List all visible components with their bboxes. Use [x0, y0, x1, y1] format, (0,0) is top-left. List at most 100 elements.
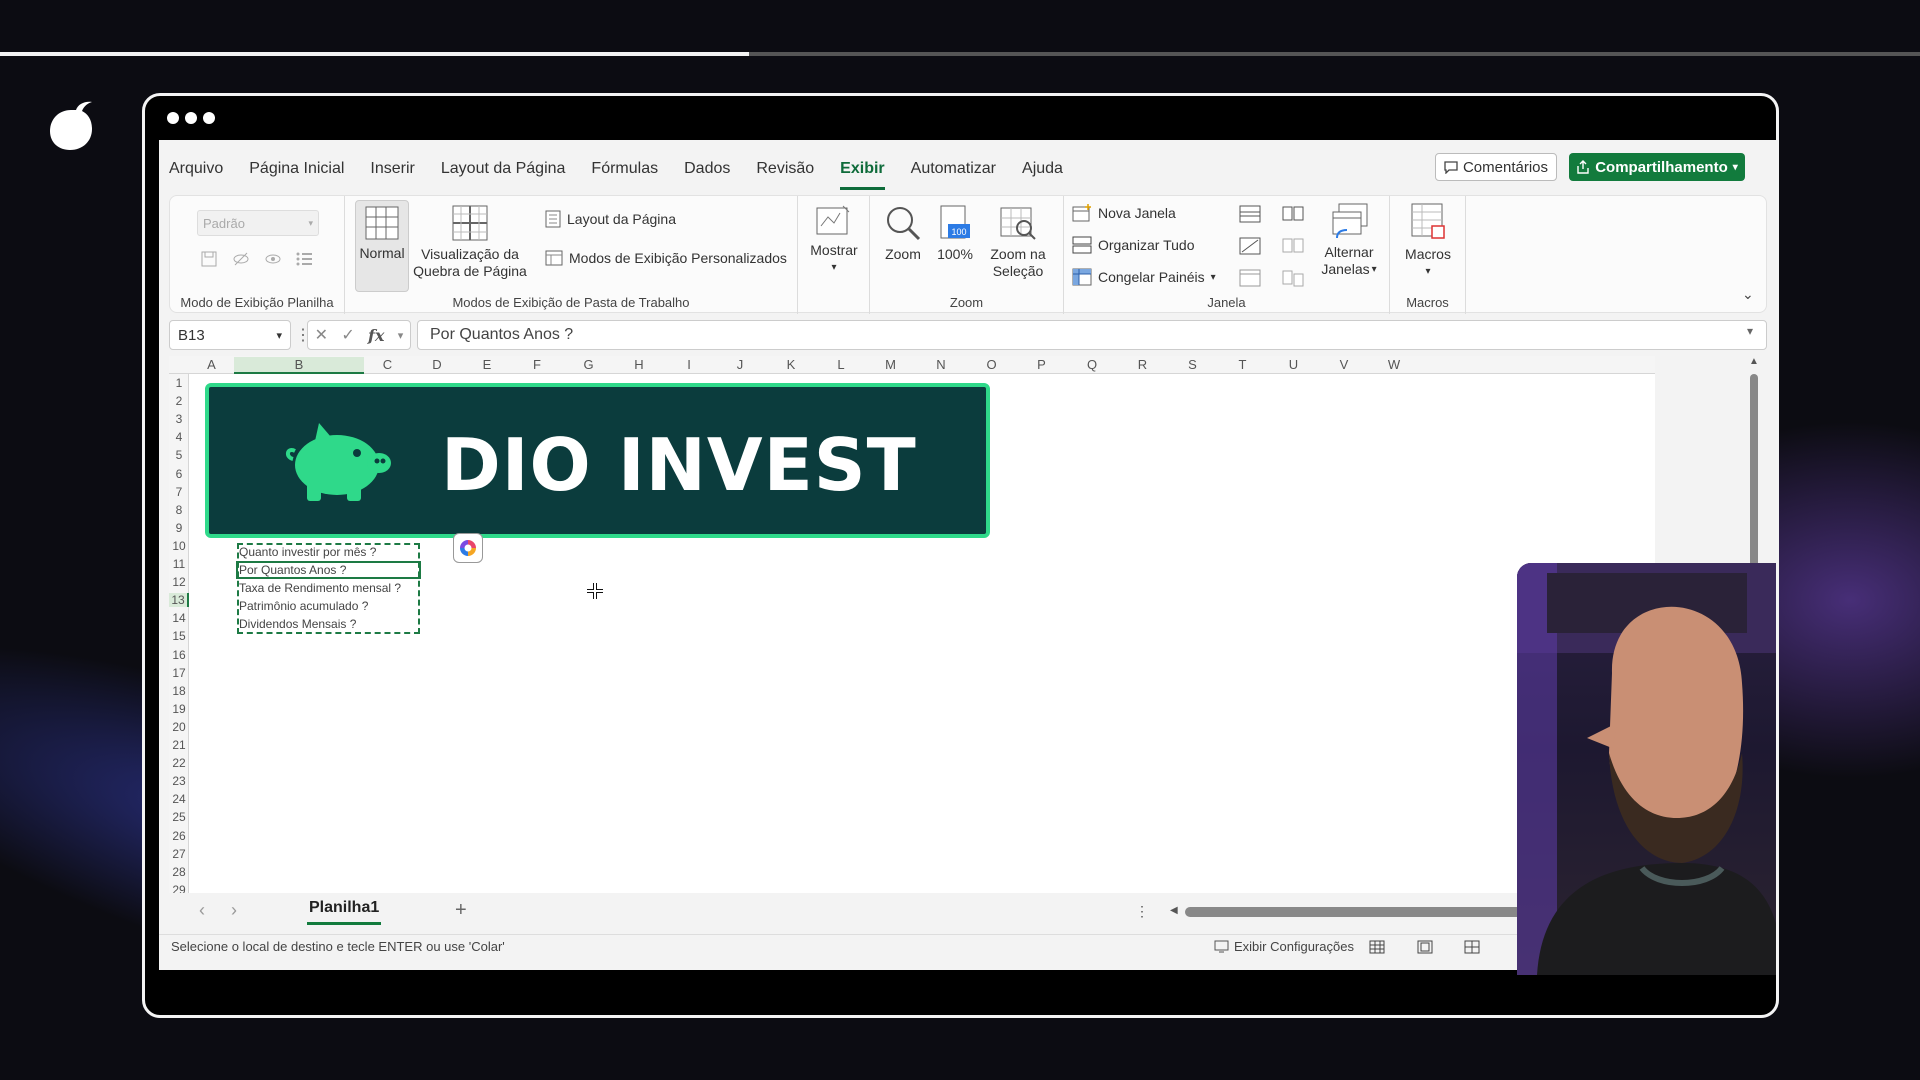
row-header[interactable]: 24 [169, 792, 189, 806]
formula-input[interactable]: Por Quantos Anos ? [417, 320, 1767, 350]
row-header[interactable]: 19 [169, 702, 189, 716]
options-list-icon[interactable] [296, 250, 314, 268]
cell-b13[interactable]: Por Quantos Anos ? [239, 563, 346, 577]
column-header[interactable]: W [1369, 357, 1419, 372]
sheet-view-select[interactable]: Padrão ▾ [197, 210, 319, 236]
page-break-status-icon[interactable] [1464, 940, 1480, 954]
window-dot-icon[interactable] [185, 112, 197, 124]
cell-b14[interactable]: Taxa de Rendimento mensal ? [239, 581, 401, 595]
insert-function-button[interactable]: fx [368, 326, 384, 345]
column-header[interactable]: S [1168, 357, 1217, 372]
arrange-all-button[interactable]: Organizar Tudo [1072, 236, 1195, 254]
row-header[interactable]: 26 [169, 829, 189, 843]
row-header[interactable]: 23 [169, 774, 189, 788]
column-header[interactable]: M [866, 357, 915, 372]
column-header[interactable]: A [189, 357, 234, 372]
zoom-100-button[interactable]: 100 100% [932, 204, 978, 263]
row-header[interactable]: 8 [169, 503, 189, 517]
row-header[interactable]: 7 [169, 485, 189, 499]
spreadsheet-grid[interactable]: ABCDEFGHIJKLMNOPQRSTUVW 1 2 3 4 5 6 7 8 9 10 11 12 1… [169, 356, 1655, 897]
column-header[interactable]: J [714, 357, 766, 372]
column-header[interactable]: Q [1067, 357, 1117, 372]
video-progress-bar[interactable] [0, 52, 1920, 56]
show-button[interactable]: Mostrar ▾ [802, 204, 866, 276]
hide-window-icon[interactable] [1239, 236, 1261, 256]
share-button[interactable]: Compartilhamento ▾ [1569, 153, 1745, 181]
comments-button[interactable]: Comentários [1435, 153, 1557, 181]
menu-item-4[interactable]: Fórmulas [591, 160, 658, 190]
row-header[interactable]: 3 [169, 412, 189, 426]
menu-item-8[interactable]: Automatizar [911, 160, 996, 190]
name-box[interactable]: B13 ▾ [169, 320, 291, 350]
column-header[interactable]: B [234, 357, 364, 374]
exit-view-icon[interactable] [232, 250, 250, 268]
row-header[interactable]: 14 [169, 611, 189, 625]
zoom-to-selection-button[interactable]: Zoom na Seleção [980, 204, 1056, 280]
normal-view-button[interactable]: Normal [355, 200, 409, 292]
vertical-scroll-thumb[interactable] [1750, 374, 1758, 579]
unhide-window-icon[interactable] [1239, 268, 1261, 288]
page-layout-view-button[interactable]: Layout da Página [545, 210, 676, 228]
scroll-left-icon[interactable]: ◀ [1170, 905, 1178, 916]
row-header[interactable]: 18 [169, 684, 189, 698]
next-sheet-icon[interactable]: › [231, 900, 237, 921]
collapse-ribbon-icon[interactable]: ⌄ [1742, 286, 1754, 303]
cancel-icon[interactable]: ✕ [315, 325, 328, 345]
column-header[interactable]: T [1217, 357, 1268, 372]
save-view-icon[interactable] [200, 250, 218, 268]
row-header[interactable]: 21 [169, 738, 189, 752]
sheet-tab-planilha1[interactable]: Planilha1 [307, 899, 382, 925]
row-header[interactable]: 1 [169, 376, 189, 390]
row-header[interactable]: 20 [169, 720, 189, 734]
row-header[interactable]: 17 [169, 666, 189, 680]
column-header[interactable]: C [364, 357, 411, 372]
column-header[interactable]: D [411, 357, 463, 372]
scroll-up-icon[interactable]: ▲ [1749, 356, 1759, 367]
column-header[interactable]: R [1117, 357, 1168, 372]
column-header[interactable]: I [664, 357, 714, 372]
macros-button[interactable]: Macros ▾ [1394, 202, 1462, 280]
menu-item-0[interactable]: Arquivo [169, 160, 223, 190]
column-header[interactable]: P [1016, 357, 1067, 372]
row-header[interactable]: 10 [169, 539, 189, 553]
cell-b15[interactable]: Patrimônio acumulado ? [239, 599, 368, 613]
menu-item-7[interactable]: Exibir [840, 160, 885, 190]
column-header[interactable]: V [1319, 357, 1369, 372]
enter-check-icon[interactable]: ✓ [341, 325, 354, 345]
menu-item-6[interactable]: Revisão [756, 160, 814, 190]
column-header[interactable]: G [563, 357, 614, 372]
column-header[interactable]: F [511, 357, 563, 372]
synchronous-scrolling-icon[interactable] [1282, 236, 1304, 256]
column-header[interactable]: U [1268, 357, 1319, 372]
row-header[interactable]: 16 [169, 648, 189, 662]
menu-item-9[interactable]: Ajuda [1022, 160, 1063, 190]
window-dot-icon[interactable] [167, 112, 179, 124]
row-header[interactable]: 12 [169, 575, 189, 589]
page-break-preview-button[interactable]: Visualização da Quebra de Página [411, 204, 529, 280]
menu-item-2[interactable]: Inserir [370, 160, 414, 190]
row-header[interactable]: 27 [169, 847, 189, 861]
row-header[interactable]: 28 [169, 865, 189, 879]
reset-window-position-icon[interactable] [1282, 268, 1304, 288]
expand-formula-bar-icon[interactable]: ▾ [1747, 324, 1753, 338]
row-header[interactable]: 4 [169, 430, 189, 444]
column-header[interactable]: E [463, 357, 511, 372]
column-header[interactable]: L [816, 357, 866, 372]
custom-views-button[interactable]: Modos de Exibição Personalizados [545, 249, 787, 267]
menu-item-1[interactable]: Página Inicial [249, 160, 344, 190]
row-header[interactable]: 15 [169, 629, 189, 643]
tabs-options-icon[interactable]: ⋮ [1135, 903, 1149, 920]
menu-item-3[interactable]: Layout da Página [441, 160, 566, 190]
view-side-by-side-icon[interactable] [1282, 204, 1304, 224]
menu-item-5[interactable]: Dados [684, 160, 730, 190]
row-header[interactable]: 5 [169, 448, 189, 462]
copilot-button[interactable] [453, 533, 483, 563]
add-sheet-icon[interactable]: + [455, 899, 467, 922]
column-header[interactable]: K [766, 357, 816, 372]
row-header[interactable]: 22 [169, 756, 189, 770]
split-icon[interactable] [1239, 204, 1261, 224]
row-header[interactable]: 9 [169, 521, 189, 535]
cell-b16[interactable]: Dividendos Mensais ? [239, 617, 356, 631]
column-header[interactable]: O [967, 357, 1016, 372]
cell-b12[interactable]: Quanto investir por mês ? [239, 545, 376, 559]
